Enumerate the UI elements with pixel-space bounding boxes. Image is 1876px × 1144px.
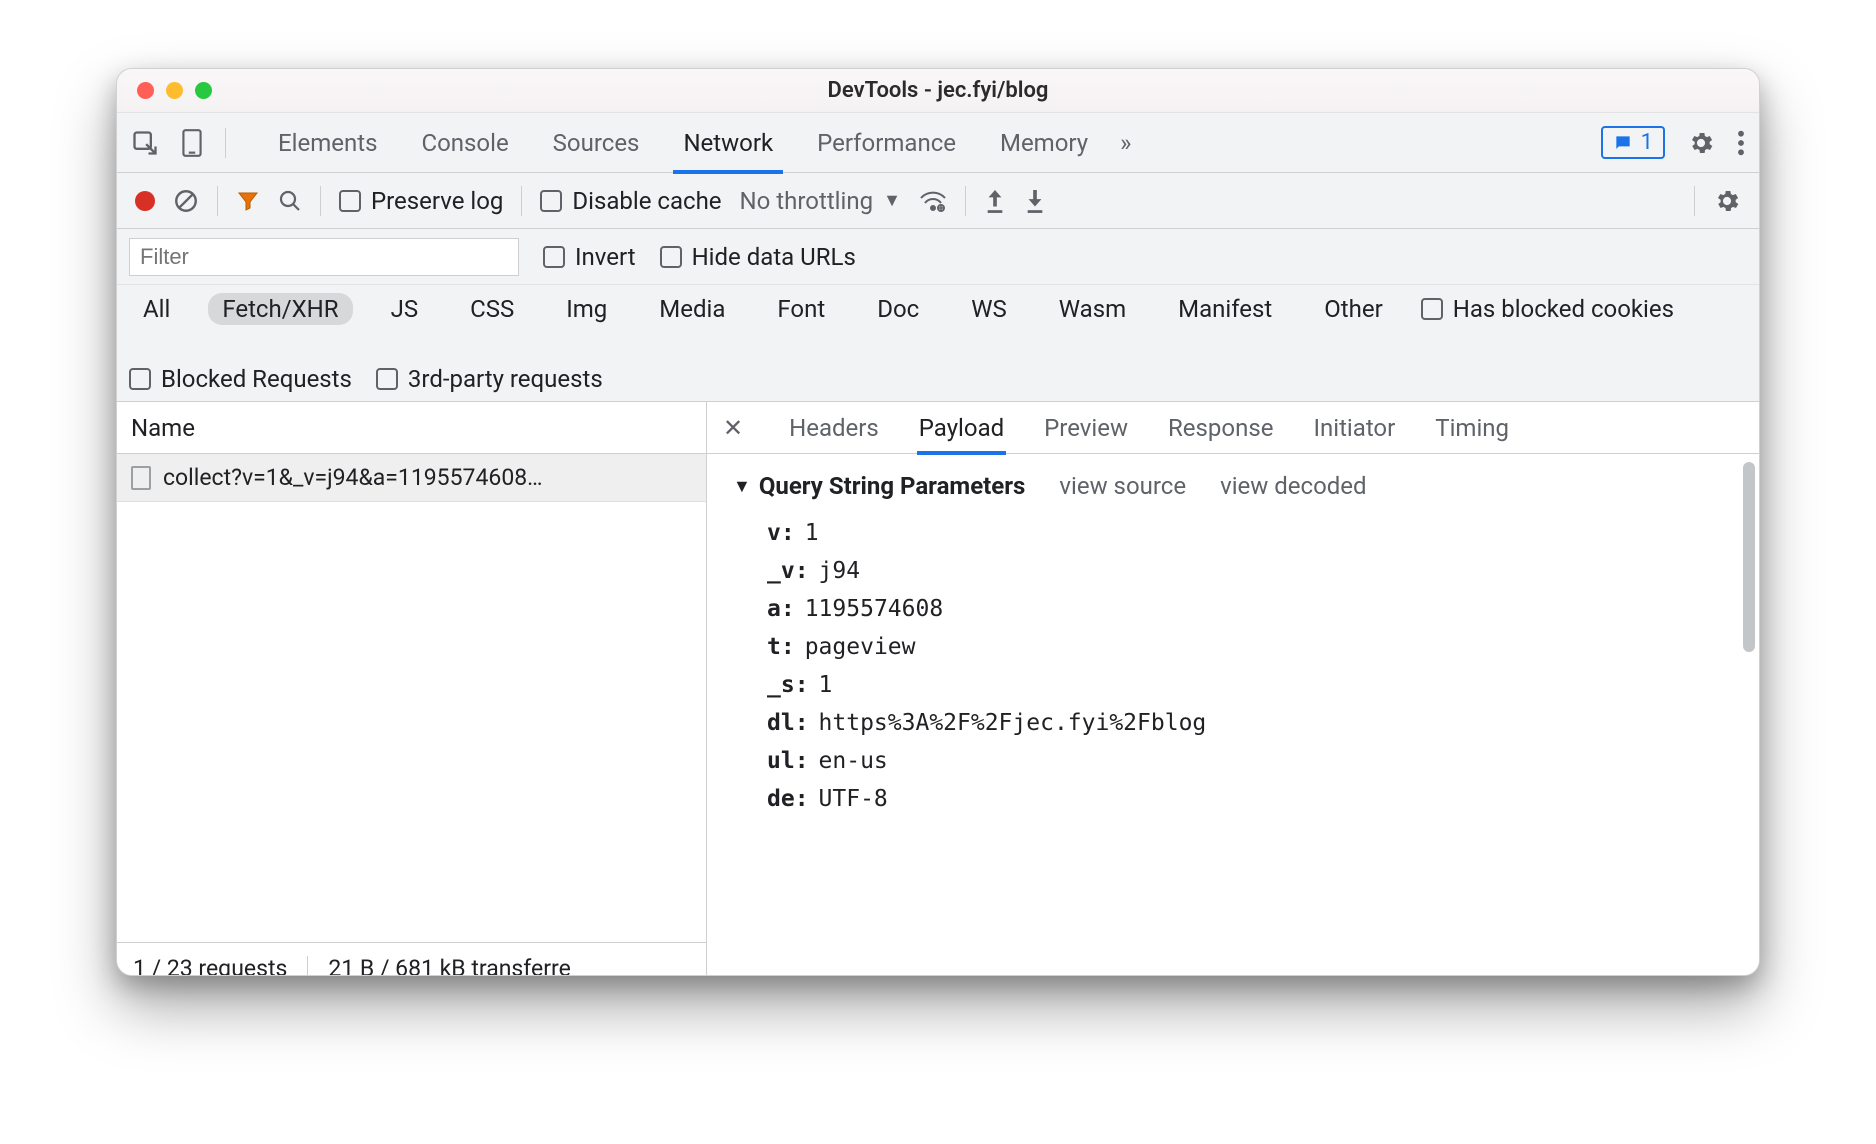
param-row: de:UTF-8	[733, 780, 1733, 818]
type-font[interactable]: Font	[763, 293, 839, 325]
type-doc[interactable]: Doc	[863, 293, 933, 325]
type-fetch-xhr[interactable]: Fetch/XHR	[208, 293, 352, 325]
divider	[225, 128, 226, 158]
type-ws[interactable]: WS	[957, 293, 1021, 325]
scrollbar-thumb[interactable]	[1743, 462, 1755, 652]
detail-tabs: ✕ Headers Payload Preview Response Initi…	[707, 402, 1759, 454]
third-party-checkbox[interactable]: 3rd-party requests	[376, 365, 603, 393]
param-row: _v:j94	[733, 552, 1733, 590]
param-row: _s:1	[733, 666, 1733, 704]
section-toggle[interactable]: ▼ Query String Parameters	[733, 472, 1025, 500]
filter-icon[interactable]	[236, 189, 260, 213]
tab-elements[interactable]: Elements	[256, 113, 399, 173]
network-toolbar: Preserve log Disable cache No throttling…	[117, 173, 1759, 229]
tab-sources[interactable]: Sources	[531, 113, 662, 173]
issues-count: 1	[1641, 130, 1653, 155]
detail-tab-response[interactable]: Response	[1168, 402, 1273, 454]
clear-icon[interactable]	[173, 188, 199, 214]
settings-icon[interactable]	[1687, 129, 1715, 157]
param-row: ul:en-us	[733, 742, 1733, 780]
filter-bar: Invert Hide data URLs	[117, 229, 1759, 285]
param-row: t:pageview	[733, 628, 1733, 666]
detail-tab-timing[interactable]: Timing	[1435, 402, 1509, 454]
detail-tab-payload[interactable]: Payload	[919, 402, 1004, 454]
more-tabs-icon[interactable]: »	[1110, 129, 1141, 157]
preserve-log-checkbox[interactable]: Preserve log	[339, 187, 503, 215]
devtools-window: DevTools - jec.fyi/blog Elements Console…	[116, 68, 1760, 976]
status-transferred: 21 B / 681 kB transferre	[328, 955, 570, 976]
device-toolbar-icon[interactable]	[179, 128, 205, 158]
hide-data-urls-checkbox[interactable]: Hide data URLs	[660, 243, 856, 271]
traffic-lights	[117, 82, 212, 99]
blocked-cookies-checkbox[interactable]: Has blocked cookies	[1421, 295, 1674, 323]
detail-tab-preview[interactable]: Preview	[1044, 402, 1128, 454]
record-icon[interactable]	[135, 191, 155, 211]
type-all[interactable]: All	[129, 293, 184, 325]
type-wasm[interactable]: Wasm	[1045, 293, 1140, 325]
request-row[interactable]: collect?v=1&_v=j94&a=1195574608…	[117, 454, 706, 502]
request-name: collect?v=1&_v=j94&a=1195574608…	[163, 464, 543, 491]
inspect-element-icon[interactable]	[131, 129, 159, 157]
titlebar: DevTools - jec.fyi/blog	[117, 69, 1759, 113]
blocked-requests-checkbox[interactable]: Blocked Requests	[129, 365, 352, 393]
upload-har-icon[interactable]	[984, 188, 1006, 214]
triangle-down-icon: ▼	[733, 476, 751, 497]
file-icon	[131, 466, 151, 490]
disable-cache-checkbox[interactable]: Disable cache	[540, 187, 721, 215]
search-icon[interactable]	[278, 189, 302, 213]
download-har-icon[interactable]	[1024, 188, 1046, 214]
type-js[interactable]: JS	[377, 293, 433, 325]
throttling-select[interactable]: No throttling▼	[740, 187, 901, 215]
divider	[320, 186, 321, 216]
tab-memory[interactable]: Memory	[978, 113, 1110, 173]
request-detail: ✕ Headers Payload Preview Response Initi…	[707, 402, 1759, 976]
tab-performance[interactable]: Performance	[795, 113, 978, 173]
tab-network[interactable]: Network	[661, 113, 795, 173]
close-detail-icon[interactable]: ✕	[723, 414, 743, 442]
divider	[521, 186, 522, 216]
network-main: Name collect?v=1&_v=j94&a=1195574608… 1 …	[117, 402, 1759, 976]
request-list: Name collect?v=1&_v=j94&a=1195574608… 1 …	[117, 402, 707, 976]
panel-tabs: Elements Console Sources Network Perform…	[117, 113, 1759, 173]
param-row: dl:https%3A%2F%2Fjec.fyi%2Fblog	[733, 704, 1733, 742]
type-filter-bar: All Fetch/XHR JS CSS Img Media Font Doc …	[117, 285, 1759, 402]
network-conditions-icon[interactable]	[919, 189, 947, 213]
minimize-window-icon[interactable]	[166, 82, 183, 99]
view-decoded-link[interactable]: view decoded	[1220, 472, 1366, 500]
maximize-window-icon[interactable]	[195, 82, 212, 99]
filter-input[interactable]	[129, 238, 519, 276]
payload-body: ▼ Query String Parameters view source vi…	[707, 454, 1759, 976]
divider	[217, 186, 218, 216]
type-css[interactable]: CSS	[456, 293, 528, 325]
divider	[307, 956, 308, 977]
tab-console[interactable]: Console	[399, 113, 530, 173]
view-source-link[interactable]: view source	[1059, 472, 1186, 500]
network-settings-icon[interactable]	[1713, 187, 1741, 215]
kebab-menu-icon[interactable]	[1737, 129, 1745, 157]
detail-tab-initiator[interactable]: Initiator	[1313, 402, 1395, 454]
type-img[interactable]: Img	[552, 293, 621, 325]
type-manifest[interactable]: Manifest	[1164, 293, 1286, 325]
issues-badge[interactable]: 1	[1601, 126, 1665, 159]
type-other[interactable]: Other	[1310, 293, 1396, 325]
type-media[interactable]: Media	[645, 293, 739, 325]
close-window-icon[interactable]	[137, 82, 154, 99]
window-title: DevTools - jec.fyi/blog	[117, 78, 1759, 103]
status-requests: 1 / 23 requests	[133, 955, 287, 976]
status-bar: 1 / 23 requests 21 B / 681 kB transferre	[117, 942, 706, 976]
detail-tab-headers[interactable]: Headers	[789, 402, 879, 454]
divider	[965, 186, 966, 216]
param-row: a:1195574608	[733, 590, 1733, 628]
column-name-header[interactable]: Name	[117, 402, 706, 454]
invert-checkbox[interactable]: Invert	[543, 243, 636, 271]
param-row: v:1	[733, 514, 1733, 552]
divider	[1694, 186, 1695, 216]
